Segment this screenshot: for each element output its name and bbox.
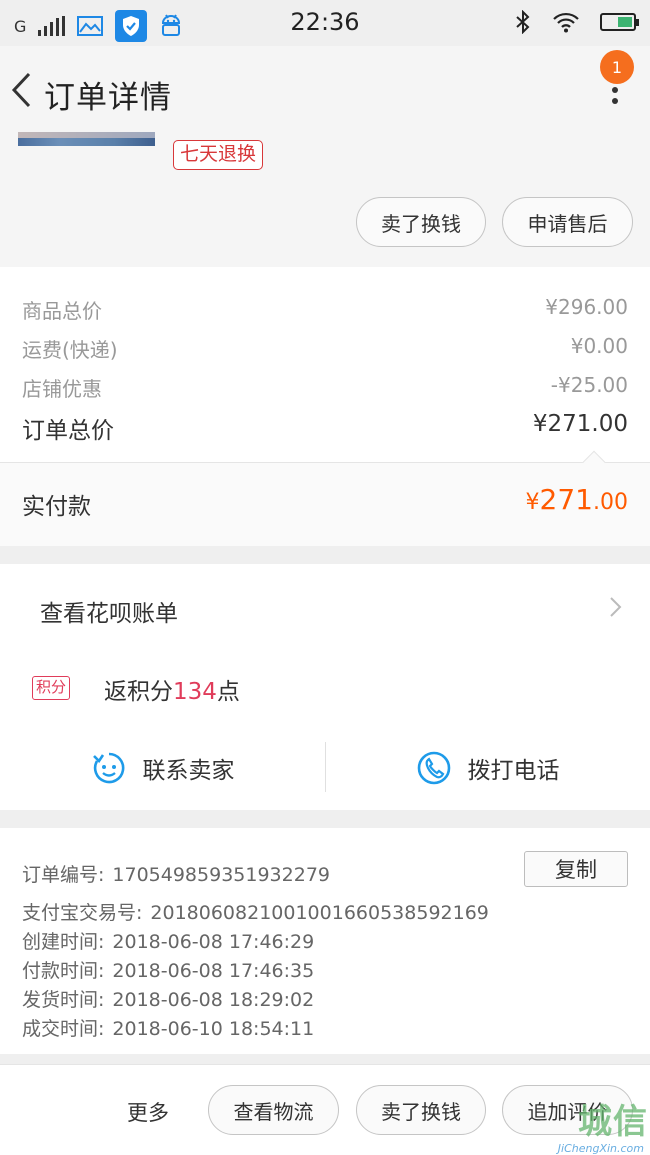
amount-paid-value: ¥271.00 [526,483,628,516]
paid-time-key: 付款时间: [22,960,105,982]
bluetooth-icon [516,10,530,34]
call-phone-label: 拨打电话 [467,758,560,784]
chevron-right-icon [610,597,622,617]
alipay-trade-key: 支付宝交易号: [22,902,143,924]
shipped-time-row: 发货时间: 2018-06-08 18:29:02 [22,985,314,1012]
order-number-row: 订单编号: 170549859351932279 [22,860,330,887]
chat-smile-icon [92,752,124,784]
price-row: 商品总价 ¥296.00 [22,295,628,324]
points-tag: 积分 [32,676,71,700]
huabei-bill-label: 查看花呗账单 [40,601,178,627]
bottom-action-bar: 更多 查看物流 卖了换钱 追加评价 城信 JiChengXin.com [0,1064,650,1155]
page-title: 订单详情 [44,80,172,116]
price-row-label: 运费(快递) [22,338,118,362]
more-button[interactable]: 更多 [127,1097,169,1127]
points-prefix: 返积分 [104,679,173,705]
points-reward-row: 积分 返积分134点 [0,650,650,726]
huabei-bill-row[interactable]: 查看花呗账单 [0,564,650,650]
amount-paid-integer: 271 [539,483,593,516]
order-total-label: 订单总价 [22,418,114,444]
status-bar: G 22:36 [0,0,650,46]
sell-for-cash-bottom-button[interactable]: 卖了换钱 [356,1085,486,1135]
amount-paid-decimal: .00 [593,490,628,515]
contact-seller-button[interactable]: 联系卖家 [0,726,325,810]
price-row: 运费(快递) ¥0.00 [22,334,628,363]
created-time-row: 创建时间: 2018-06-08 17:46:29 [22,927,314,954]
nav-bar: 订单详情 1 [0,46,650,132]
copy-button[interactable]: 复制 [524,851,628,887]
paid-time-row: 付款时间: 2018-06-08 17:46:35 [22,956,314,983]
battery-icon [600,13,639,31]
points-text: 返积分134点 [104,672,240,706]
completed-time-value: 2018-06-10 18:54:11 [112,1018,315,1040]
sell-for-cash-button[interactable]: 卖了换钱 [356,197,486,247]
paid-time-value: 2018-06-08 17:46:35 [112,960,315,982]
status-right [514,10,639,34]
product-thumbnail-top [18,132,155,138]
price-row: 店铺优惠 -¥25.00 [22,373,628,402]
back-arrow-icon[interactable] [8,70,34,110]
amount-paid-row: 实付款 ¥271.00 [0,450,650,546]
shipped-time-value: 2018-06-08 18:29:02 [112,989,315,1011]
order-total-row: 订单总价 ¥271.00 [22,411,628,445]
points-suffix: 点 [216,679,240,705]
amount-paid-currency: ¥ [525,490,540,515]
alipay-trade-row: 支付宝交易号: 2018060821001001660538592169 [22,898,489,925]
call-phone-button[interactable]: 拨打电话 [325,726,650,810]
view-logistics-button[interactable]: 查看物流 [208,1085,339,1135]
order-number-key: 订单编号: [22,864,105,886]
created-time-key: 创建时间: [22,931,105,953]
completed-time-row: 成交时间: 2018-06-10 18:54:11 [22,1014,314,1041]
watermark-en: JiChengXin.com [557,1142,644,1155]
wifi-icon [553,12,579,33]
contact-seller-label: 联系卖家 [142,758,235,784]
order-total-value: ¥271.00 [532,411,628,437]
created-time-value: 2018-06-08 17:46:29 [112,931,315,953]
price-row-label: 商品总价 [22,299,102,323]
amount-paid-label: 实付款 [22,494,91,520]
product-section: 七天退换 卖了换钱 申请售后 [0,132,650,267]
phone-icon [417,751,450,785]
order-number-value: 170549859351932279 [112,864,330,886]
shipped-time-key: 发货时间: [22,989,105,1011]
contact-divider [325,742,326,792]
notification-badge: 1 [600,50,634,84]
price-row-value: -¥25.00 [550,373,628,397]
price-row-value: ¥296.00 [545,295,628,319]
apply-after-sales-button[interactable]: 申请售后 [502,197,633,247]
price-row-label: 店铺优惠 [22,377,102,401]
seven-day-return-tag: 七天退换 [173,140,264,170]
completed-time-key: 成交时间: [22,1018,105,1040]
alipay-trade-value: 2018060821001001660538592169 [150,902,489,924]
watermark-cn: 城信 [578,1102,648,1142]
points-number: 134 [173,679,217,705]
price-summary: 商品总价 ¥296.00 运费(快递) ¥0.00 店铺优惠 -¥25.00 订… [0,267,650,462]
order-info-section: 订单编号: 170549859351932279 复制 支付宝交易号: 201806… [0,828,650,1054]
price-row-value: ¥0.00 [570,334,628,358]
watermark-logo: 城信 JiChengXin.com [532,1097,650,1155]
